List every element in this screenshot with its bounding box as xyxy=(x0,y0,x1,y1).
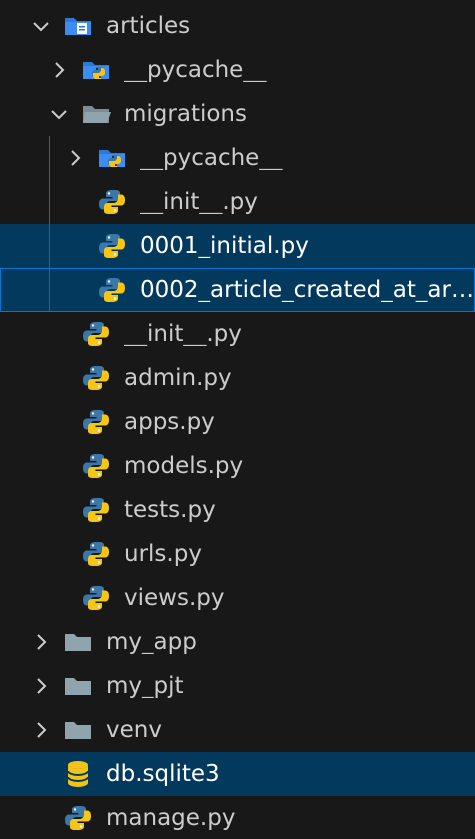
python-folder-icon xyxy=(96,142,128,174)
tree-item-label: 0001_initial.py xyxy=(140,234,309,258)
tree-item-label: migrations xyxy=(124,102,247,126)
chevron-right-icon[interactable] xyxy=(50,61,68,79)
chevron-down-icon[interactable] xyxy=(32,17,50,35)
tree-item-label: models.py xyxy=(124,454,244,478)
tree-item-label: apps.py xyxy=(124,410,215,434)
indent-guide-migrations xyxy=(49,136,50,311)
tree-item-init-migrations[interactable]: __init__.py xyxy=(0,180,475,224)
tree-item-label: views.py xyxy=(124,586,225,610)
python-file-icon xyxy=(80,538,112,570)
tree-item-pycache[interactable]: __pycache__ xyxy=(0,48,475,92)
tree-item-label: __pycache__ xyxy=(140,146,283,170)
chevron-right-icon[interactable] xyxy=(32,677,50,695)
tree-item-pycache-nested[interactable]: __pycache__ xyxy=(0,136,475,180)
python-file-icon xyxy=(80,450,112,482)
tree-item-label: articles xyxy=(106,14,191,38)
python-file-icon xyxy=(96,186,128,218)
folder-open-special-icon xyxy=(62,10,94,42)
chevron-right-icon[interactable] xyxy=(66,149,84,167)
tree-item-0001-initial[interactable]: 0001_initial.py xyxy=(0,224,475,268)
tree-item-label: my_pjt xyxy=(106,674,184,698)
tree-item-venv[interactable]: venv xyxy=(0,708,475,752)
tree-item-init-articles[interactable]: __init__.py xyxy=(0,312,475,356)
database-icon xyxy=(62,758,94,790)
folder-icon xyxy=(62,670,94,702)
folder-open-icon xyxy=(80,98,112,130)
python-file-icon xyxy=(80,362,112,394)
tree-item-label: 0002_article_created_at_article_updated_… xyxy=(140,278,475,302)
python-file-icon xyxy=(80,318,112,350)
tree-item-label: tests.py xyxy=(124,498,216,522)
tree-item-label: urls.py xyxy=(124,542,202,566)
tree-item-label: db.sqlite3 xyxy=(106,762,220,786)
tree-item-migrations[interactable]: migrations xyxy=(0,92,475,136)
tree-item-label: my_app xyxy=(106,630,197,654)
tree-item-label: venv xyxy=(106,718,162,742)
tree-item-my-pjt[interactable]: my_pjt xyxy=(0,664,475,708)
tree-item-admin[interactable]: admin.py xyxy=(0,356,475,400)
tree-item-manage[interactable]: manage.py xyxy=(0,796,475,839)
tree-item-label: __init__.py xyxy=(124,322,242,346)
tree-item-label: __pycache__ xyxy=(124,58,267,82)
python-file-icon xyxy=(80,582,112,614)
python-file-icon xyxy=(80,406,112,438)
tree-item-label: manage.py xyxy=(106,806,236,830)
tree-item-0002-article-created-at[interactable]: 0002_article_created_at_article_updated_… xyxy=(0,268,475,312)
tree-item-urls[interactable]: urls.py xyxy=(0,532,475,576)
tree-item-models[interactable]: models.py xyxy=(0,444,475,488)
tree-item-apps[interactable]: apps.py xyxy=(0,400,475,444)
chevron-right-icon[interactable] xyxy=(32,721,50,739)
chevron-right-icon[interactable] xyxy=(32,633,50,651)
python-folder-icon xyxy=(80,54,112,86)
python-file-icon xyxy=(96,230,128,262)
chevron-down-icon[interactable] xyxy=(50,105,68,123)
file-explorer-tree: articles __pycache__ migrations __pycach… xyxy=(0,0,475,839)
tree-item-label: admin.py xyxy=(124,366,232,390)
tree-item-db-sqlite3[interactable]: db.sqlite3 xyxy=(0,752,475,796)
folder-icon xyxy=(62,626,94,658)
tree-item-tests[interactable]: tests.py xyxy=(0,488,475,532)
folder-icon xyxy=(62,714,94,746)
python-file-icon xyxy=(96,274,128,306)
tree-item-my-app[interactable]: my_app xyxy=(0,620,475,664)
tree-item-label: __init__.py xyxy=(140,190,258,214)
python-file-icon xyxy=(80,494,112,526)
tree-item-articles[interactable]: articles xyxy=(0,4,475,48)
python-file-icon xyxy=(62,802,94,834)
tree-item-views[interactable]: views.py xyxy=(0,576,475,620)
